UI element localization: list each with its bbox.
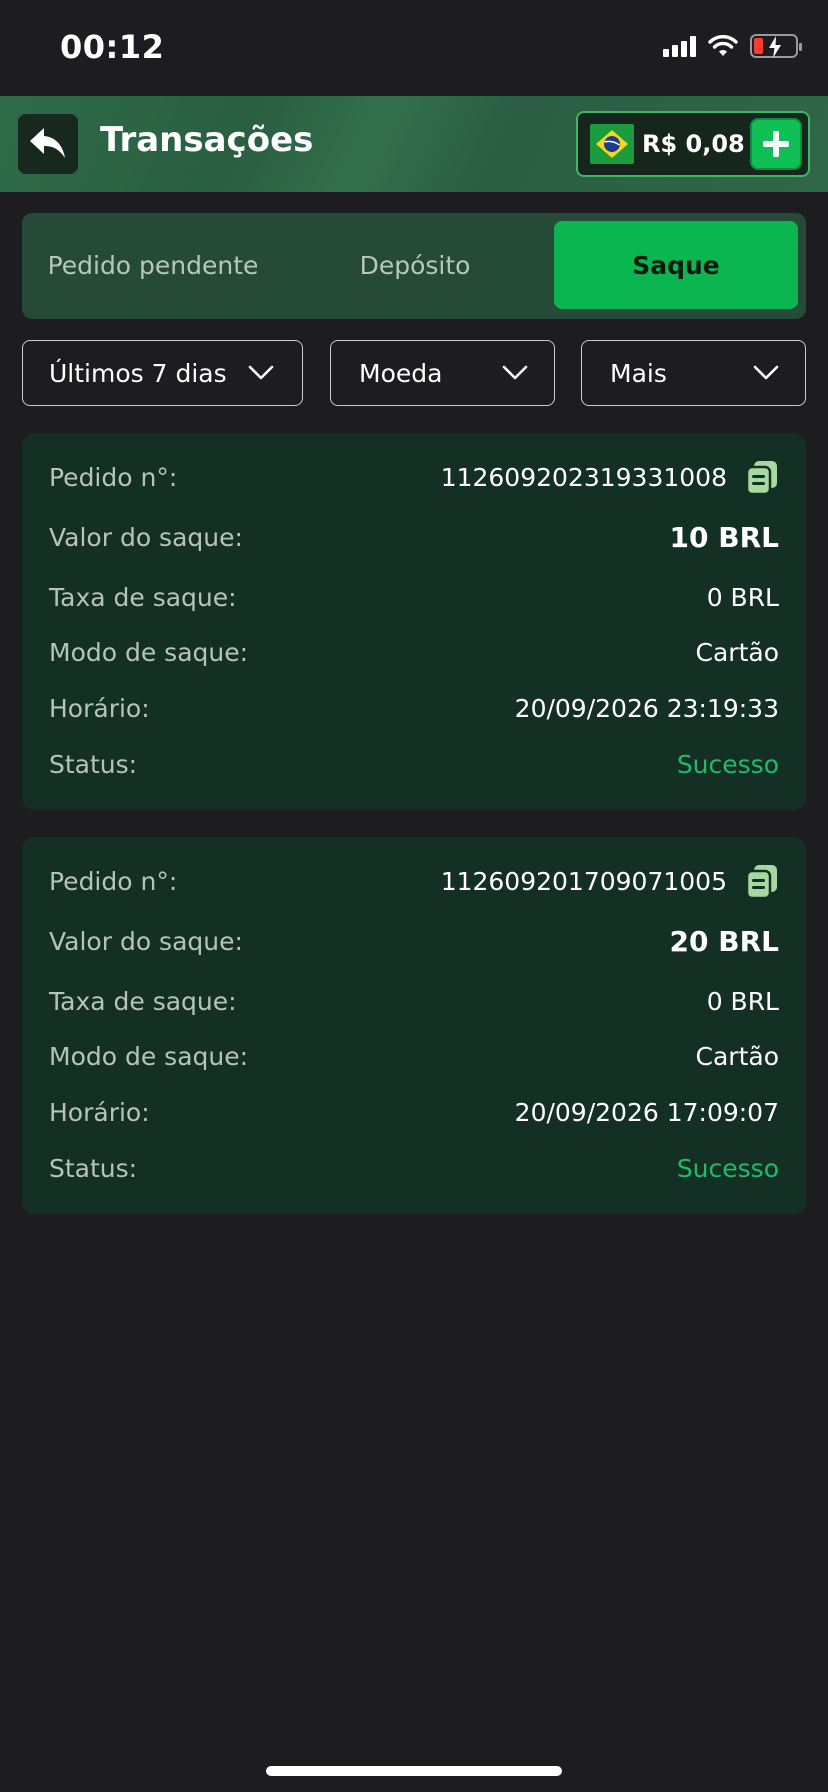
mode-label: Modo de saque:	[49, 637, 249, 667]
balance-amount: R$ 0,08	[642, 130, 745, 158]
time-value: 20/09/2026 23:19:33	[514, 693, 779, 723]
amount-row: Valor do saque: 10 BRL	[49, 517, 779, 557]
mode-value: Cartão	[695, 637, 779, 667]
status-label: Status:	[49, 1153, 138, 1183]
status-row: Status: Sucesso	[49, 744, 779, 784]
page-title: Transações	[100, 120, 314, 160]
chevron-down-icon	[753, 365, 779, 380]
status-value: Sucesso	[676, 749, 779, 779]
fee-value: 0 BRL	[706, 582, 779, 612]
chevron-down-icon	[502, 365, 528, 380]
tab-withdrawal[interactable]: Saque	[554, 221, 798, 309]
add-funds-button[interactable]	[750, 118, 802, 170]
time-label: Horário:	[49, 1097, 150, 1127]
time-row: Horário: 20/09/2026 23:19:33	[49, 688, 779, 728]
mode-row: Modo de saque: Cartão	[49, 1036, 779, 1076]
amount-label: Valor do saque:	[49, 522, 243, 552]
filter-label: Mais	[610, 358, 667, 388]
tab-pending-orders[interactable]: Pedido pendente	[22, 221, 284, 309]
fee-label: Taxa de saque:	[49, 986, 237, 1016]
back-arrow-icon	[30, 128, 65, 158]
back-button[interactable]	[18, 114, 78, 174]
fee-label: Taxa de saque:	[49, 582, 237, 612]
date-range-filter[interactable]: Últimos 7 dias	[22, 340, 303, 406]
status-label: Status:	[49, 749, 138, 779]
copy-icon[interactable]	[745, 863, 779, 899]
fee-value: 0 BRL	[706, 986, 779, 1016]
tab-deposit[interactable]: Depósito	[284, 221, 546, 309]
signal-icon	[663, 35, 696, 57]
mode-label: Modo de saque:	[49, 1041, 249, 1071]
home-indicator	[266, 1766, 562, 1776]
order-number-row: Pedido n°: 112609201709071005	[49, 861, 779, 901]
time-label: Horário:	[49, 693, 150, 723]
brazil-flag-icon	[590, 124, 634, 164]
order-number-value: 112609201709071005	[441, 863, 779, 899]
amount-value: 10 BRL	[669, 520, 779, 554]
status-bar: 00:12	[0, 0, 828, 96]
fee-row: Taxa de saque: 0 BRL	[49, 577, 779, 617]
mode-row: Modo de saque: Cartão	[49, 632, 779, 672]
mode-value: Cartão	[695, 1041, 779, 1071]
status-value: Sucesso	[676, 1153, 779, 1183]
wallet-balance[interactable]: R$ 0,08	[576, 111, 810, 177]
more-filter[interactable]: Mais	[581, 340, 806, 406]
transaction-tabs: Pedido pendente Depósito Saque	[22, 213, 806, 319]
status-row: Status: Sucesso	[49, 1148, 779, 1188]
wifi-icon	[708, 35, 738, 56]
transaction-card: Pedido n°: 112609201709071005 Valor do s…	[22, 837, 806, 1214]
chevron-down-icon	[248, 365, 274, 380]
time-value: 20/09/2026 17:09:07	[514, 1097, 779, 1127]
status-time: 00:12	[60, 28, 165, 66]
order-number-label: Pedido n°:	[49, 866, 178, 896]
amount-label: Valor do saque:	[49, 926, 243, 956]
order-number-label: Pedido n°:	[49, 462, 178, 492]
filter-label: Últimos 7 dias	[49, 358, 227, 388]
status-icons	[663, 34, 802, 58]
battery-charging-icon	[750, 34, 802, 58]
time-row: Horário: 20/09/2026 17:09:07	[49, 1092, 779, 1132]
transaction-card: Pedido n°: 112609202319331008 Valor do s…	[22, 433, 806, 810]
order-number-value: 112609202319331008	[441, 459, 779, 495]
filter-label: Moeda	[359, 358, 443, 388]
order-number: 112609201709071005	[440, 866, 727, 896]
currency-filter[interactable]: Moeda	[330, 340, 555, 406]
fee-row: Taxa de saque: 0 BRL	[49, 981, 779, 1021]
plus-icon	[763, 131, 789, 157]
order-number: 112609202319331008	[440, 462, 727, 492]
copy-icon[interactable]	[745, 459, 779, 495]
header: Transações R$ 0,08	[0, 96, 828, 192]
amount-value: 20 BRL	[669, 924, 779, 958]
amount-row: Valor do saque: 20 BRL	[49, 921, 779, 961]
order-number-row: Pedido n°: 112609202319331008	[49, 457, 779, 497]
